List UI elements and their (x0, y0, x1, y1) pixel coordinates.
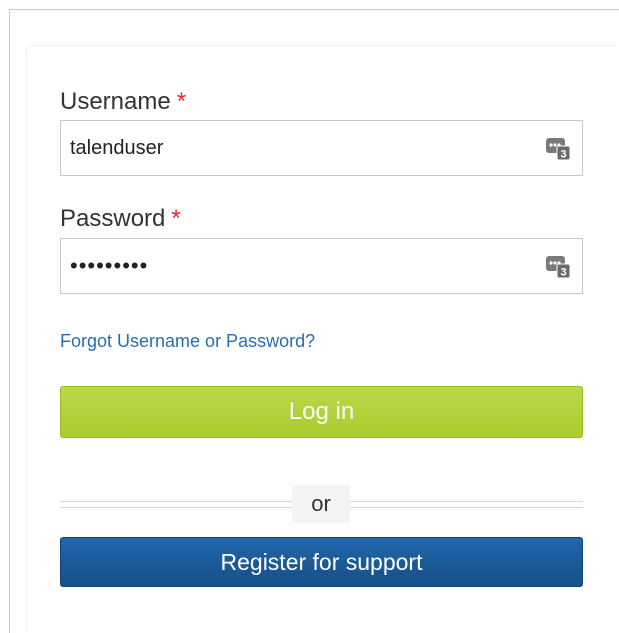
password-label: Password * (60, 205, 181, 233)
username-input[interactable] (70, 121, 530, 175)
password-label-text: Password (60, 205, 166, 232)
login-button[interactable]: Log in (60, 386, 583, 438)
svg-text:3: 3 (560, 267, 566, 279)
required-asterisk: * (176, 88, 187, 115)
required-asterisk: * (171, 205, 181, 232)
username-field[interactable]: 3 (60, 120, 583, 176)
username-label-text: Username (60, 88, 171, 115)
or-divider: or (60, 485, 583, 523)
register-support-button[interactable]: Register for support (60, 537, 583, 587)
password-input[interactable] (70, 239, 530, 293)
svg-text:3: 3 (560, 149, 566, 161)
forgot-credentials-link[interactable]: Forgot Username or Password? (60, 330, 315, 352)
divider-or-text: or (292, 485, 350, 523)
password-field[interactable]: 3 (60, 238, 583, 294)
password-manager-icon[interactable]: 3 (545, 253, 571, 279)
username-label: Username * (60, 88, 186, 116)
password-manager-icon[interactable]: 3 (545, 135, 571, 161)
